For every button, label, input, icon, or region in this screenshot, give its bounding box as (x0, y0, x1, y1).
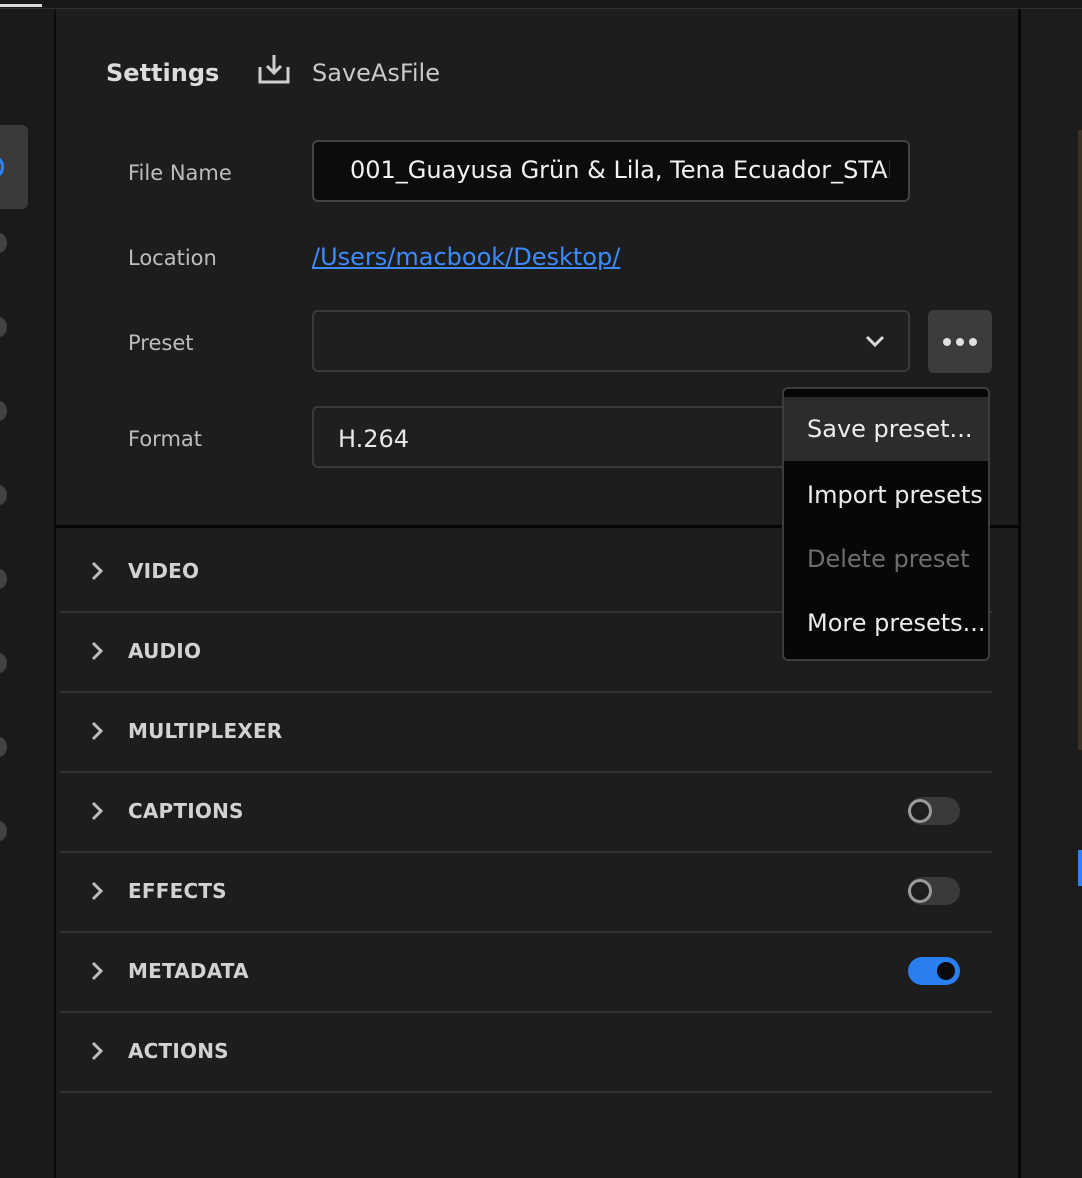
queue-item-radio[interactable] (0, 653, 7, 673)
preview-thumbnail-edge (1078, 130, 1082, 750)
menu-item-label: Save preset... (807, 415, 973, 443)
chevron-right-icon (91, 721, 104, 741)
section-label: MULTIPLEXER (128, 719, 283, 743)
queue-item-radio[interactable] (0, 821, 7, 841)
download-icon (258, 55, 290, 84)
preset-more-button[interactable] (928, 310, 992, 373)
queue-item-radio[interactable] (0, 317, 7, 337)
menu-item-label: More presets... (807, 609, 986, 637)
file-name-label: File Name (128, 161, 232, 185)
preset-label: Preset (128, 331, 194, 355)
section-captions[interactable]: CAPTIONS (60, 773, 992, 853)
menu-item-label: Import presets (807, 481, 983, 509)
more-dot-icon (969, 338, 977, 346)
menu-item-import-presets[interactable]: Import presets (784, 463, 988, 527)
section-label: ACTIONS (128, 1039, 229, 1063)
chevron-right-icon (91, 881, 104, 901)
section-label: METADATA (128, 959, 249, 983)
queue-item-selected[interactable] (0, 125, 28, 209)
section-label: AUDIO (128, 639, 202, 663)
metadata-toggle[interactable] (908, 957, 960, 985)
section-label: CAPTIONS (128, 799, 244, 823)
toggle-knob (934, 959, 958, 983)
more-dot-icon (943, 338, 951, 346)
queue-item-radio[interactable] (0, 233, 7, 253)
chevron-right-icon (91, 641, 104, 661)
menu-item-label: Delete preset (807, 545, 970, 573)
location-link[interactable]: /Users/macbook/Desktop/ (312, 243, 620, 271)
top-strip (0, 0, 1082, 9)
file-name-field[interactable]: 001_Guayusa Grün & Lila, Tena Ecuador_ST… (312, 140, 910, 202)
section-metadata[interactable]: METADATA (60, 933, 992, 1013)
queue-item-radio[interactable] (0, 485, 7, 505)
queue-item-radio[interactable] (0, 737, 7, 757)
section-label: VIDEO (128, 559, 200, 583)
active-tab-indicator (0, 4, 42, 7)
destination-label: SaveAsFile (312, 59, 440, 87)
preset-menu: Save preset... Import presets Delete pre… (782, 387, 990, 661)
file-name-value[interactable]: 001_Guayusa Grün & Lila, Tena Ecuador_ST… (350, 156, 890, 184)
menu-item-more-presets[interactable]: More presets... (784, 591, 988, 655)
format-label: Format (128, 427, 203, 451)
effects-toggle[interactable] (908, 877, 960, 905)
section-multiplexer[interactable]: MULTIPLEXER (60, 693, 992, 773)
menu-item-delete-preset: Delete preset (784, 527, 988, 591)
settings-title: Settings (106, 59, 220, 87)
right-accent-marker (1078, 850, 1082, 886)
more-dot-icon (956, 338, 964, 346)
location-label: Location (128, 246, 217, 270)
chevron-right-icon (91, 961, 104, 981)
chevron-right-icon (91, 561, 104, 581)
toggle-knob (908, 879, 932, 903)
right-panel-edge (1018, 9, 1082, 1178)
preset-dropdown[interactable] (312, 310, 910, 372)
queue-item-radio[interactable] (0, 401, 7, 421)
captions-toggle[interactable] (908, 797, 960, 825)
chevron-down-icon (865, 335, 885, 348)
section-effects[interactable]: EFFECTS (60, 853, 992, 933)
chevron-right-icon (91, 801, 104, 821)
queue-item-radio[interactable] (0, 569, 7, 589)
toggle-knob (908, 799, 932, 823)
section-actions[interactable]: ACTIONS (60, 1013, 992, 1093)
menu-item-save-preset[interactable]: Save preset... (784, 397, 988, 461)
section-label: EFFECTS (128, 879, 227, 903)
queue-rail (0, 9, 56, 1178)
chevron-right-icon (91, 1041, 104, 1061)
format-value: H.264 (338, 425, 410, 453)
